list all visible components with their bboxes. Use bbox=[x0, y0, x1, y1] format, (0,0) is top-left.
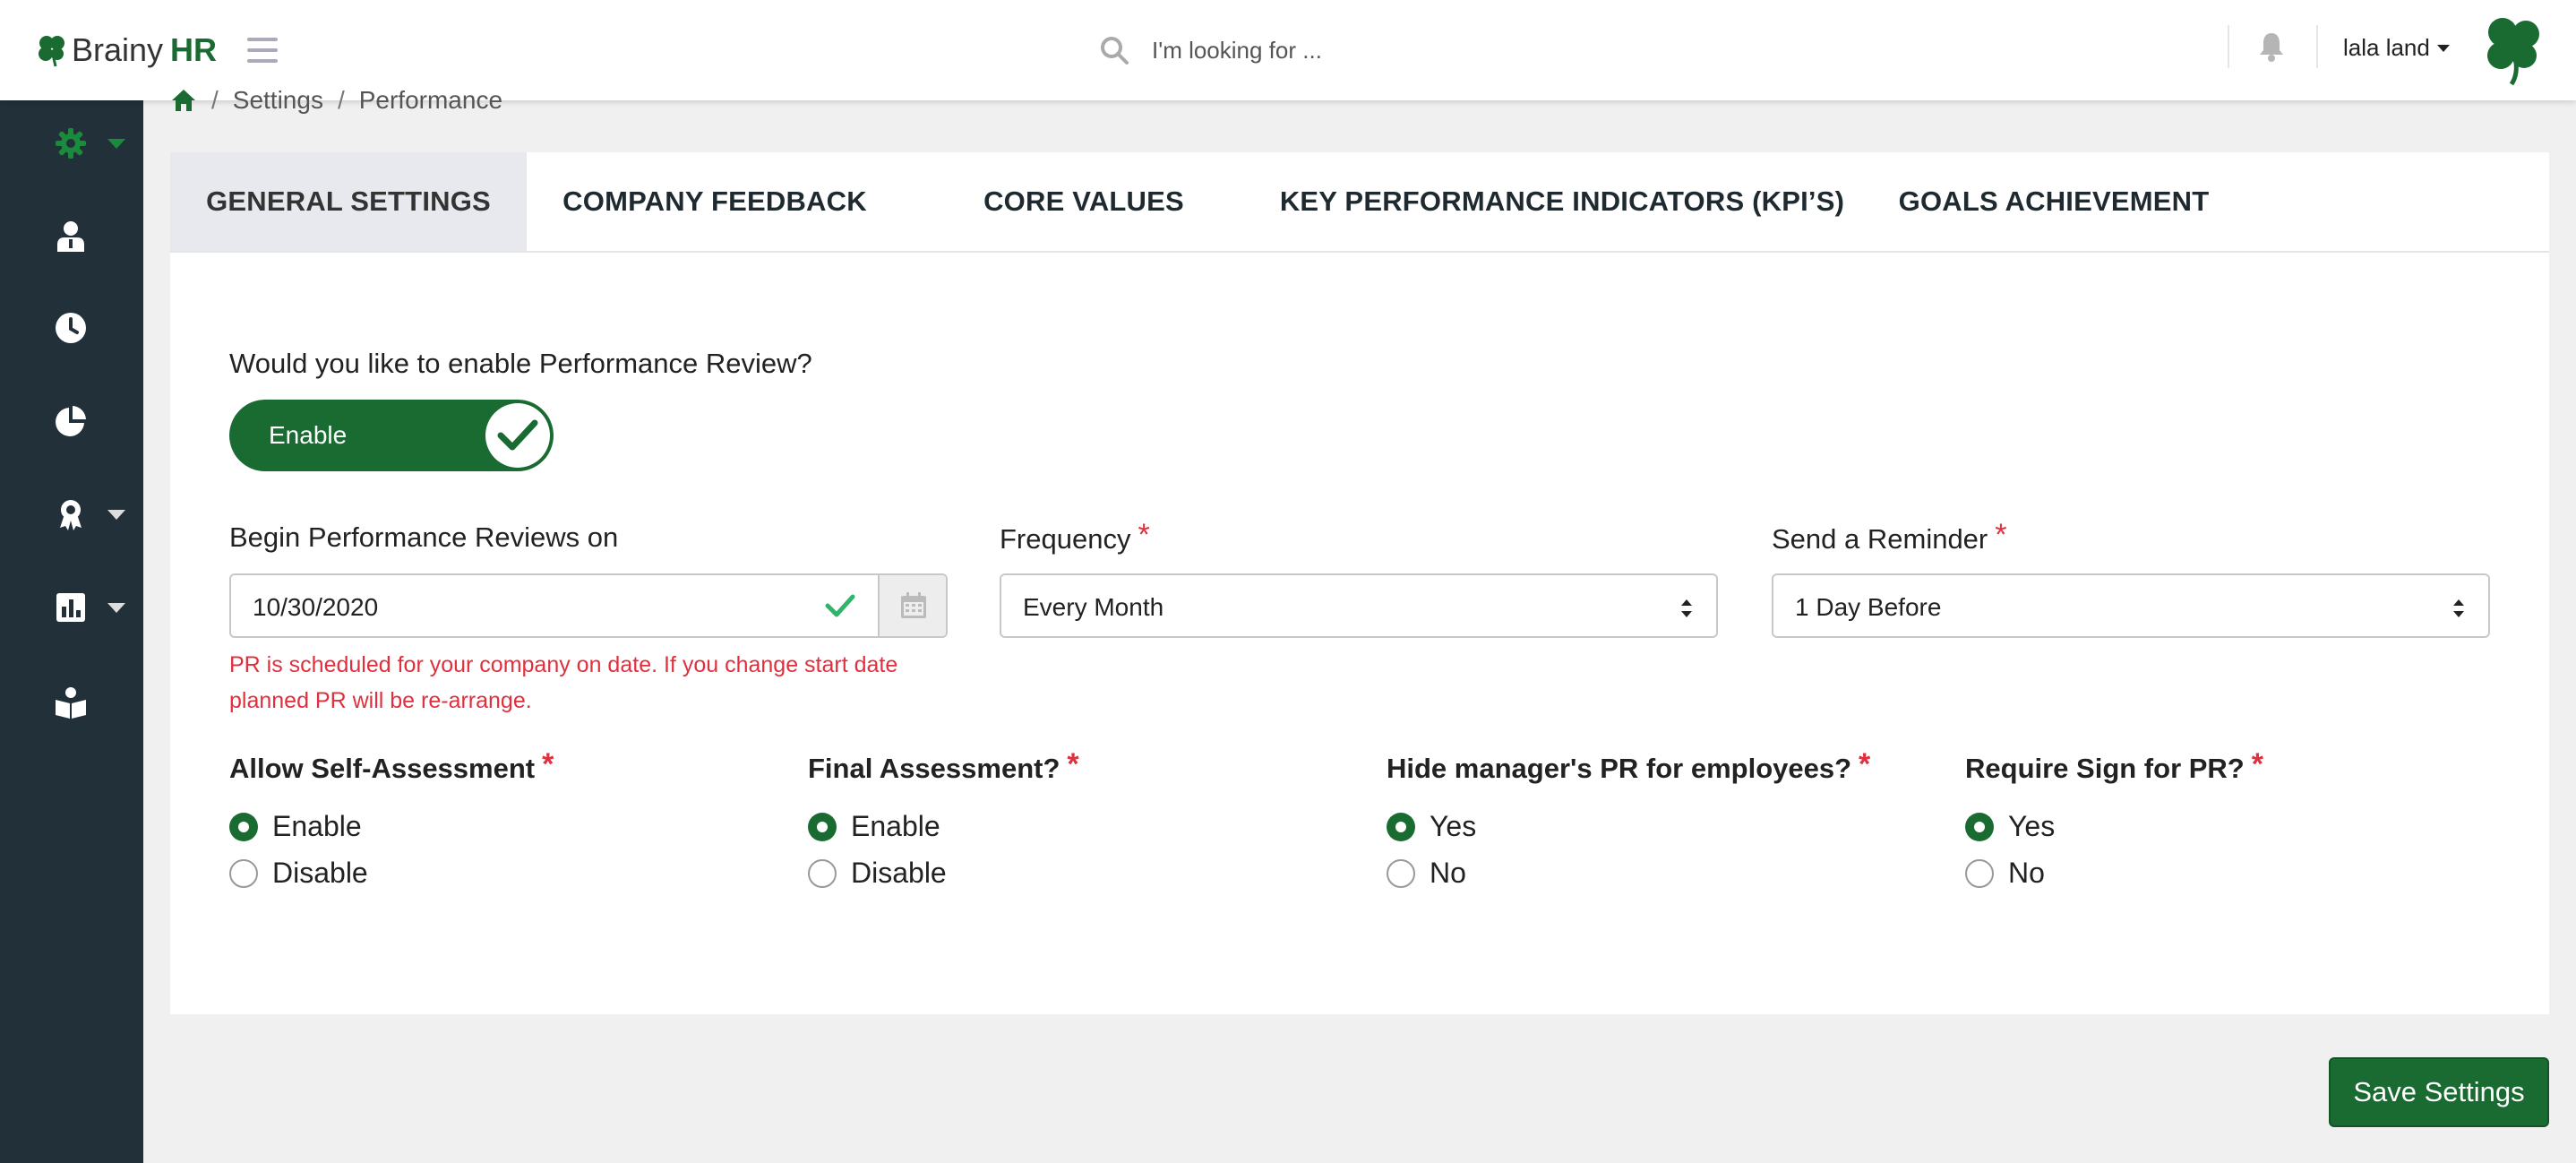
tab-kpis[interactable]: KEY PERFORMANCE INDICATORS (KPI’S) bbox=[1265, 152, 1859, 251]
required-mark: * bbox=[1859, 747, 1871, 781]
breadcrumb-separator: / bbox=[337, 86, 345, 114]
valid-check-icon bbox=[825, 594, 855, 617]
divider bbox=[2316, 25, 2318, 68]
select-arrows-icon bbox=[1681, 599, 1692, 617]
enable-review-toggle[interactable]: Enable bbox=[229, 400, 554, 471]
radio-checked-icon bbox=[229, 812, 258, 841]
sidebar-item-performance[interactable] bbox=[0, 478, 143, 550]
breadcrumb-item-performance: Performance bbox=[358, 86, 503, 114]
frequency-value: Every Month bbox=[1023, 593, 1164, 621]
breadcrumb-separator: / bbox=[211, 86, 219, 114]
search-input[interactable] bbox=[1152, 36, 1600, 65]
award-icon bbox=[60, 500, 82, 530]
radio-checked-icon bbox=[1387, 812, 1415, 841]
toggle-label: Enable bbox=[269, 421, 348, 449]
sidebar-item-analytics[interactable] bbox=[0, 572, 143, 643]
require-sign-label: Require Sign for PR? * bbox=[1965, 747, 2263, 784]
chevron-down-icon bbox=[107, 602, 125, 613]
reminder-select[interactable]: 1 Day Before bbox=[1772, 573, 2490, 638]
sidebar-item-reports[interactable] bbox=[0, 385, 143, 457]
gear-icon bbox=[56, 128, 86, 159]
final-assessment-enable-radio[interactable]: Enable bbox=[808, 810, 940, 843]
sidebar-item-time[interactable] bbox=[0, 292, 143, 364]
radio-checked-icon bbox=[1965, 812, 1994, 841]
home-icon[interactable] bbox=[170, 88, 197, 113]
require-sign-no-radio[interactable]: No bbox=[1965, 857, 2045, 890]
radio-unchecked-icon bbox=[808, 858, 837, 888]
menu-toggle-icon[interactable] bbox=[247, 38, 278, 63]
required-mark: * bbox=[1138, 518, 1150, 552]
required-mark: * bbox=[542, 747, 554, 781]
self-assessment-disable-radio[interactable]: Disable bbox=[229, 857, 368, 890]
self-assessment-enable-radio[interactable]: Enable bbox=[229, 810, 362, 843]
final-assessment-label: Final Assessment? * bbox=[808, 747, 1079, 784]
chevron-down-icon bbox=[107, 509, 125, 520]
divider bbox=[2228, 25, 2229, 68]
require-sign-yes-radio[interactable]: Yes bbox=[1965, 810, 2055, 843]
user-icon bbox=[57, 221, 84, 252]
begin-date-value: 10/30/2020 bbox=[253, 593, 379, 621]
sidebar bbox=[0, 100, 143, 1163]
search-bar bbox=[1098, 32, 1600, 68]
bell-icon[interactable] bbox=[2257, 30, 2286, 63]
frequency-select[interactable]: Every Month bbox=[1000, 573, 1718, 638]
sidebar-item-settings[interactable] bbox=[0, 108, 143, 179]
chevron-down-icon bbox=[2436, 44, 2450, 52]
select-arrows-icon bbox=[2453, 599, 2464, 617]
breadcrumb: / Settings / Performance bbox=[170, 86, 502, 115]
chevron-down-icon bbox=[107, 138, 125, 149]
check-icon bbox=[497, 419, 538, 451]
enable-review-question: Would you like to enable Performance Rev… bbox=[229, 348, 812, 379]
required-mark: * bbox=[1067, 747, 1079, 781]
reminder-value: 1 Day Before bbox=[1795, 593, 1942, 621]
hide-manager-pr-label: Hide manager's PR for employees? * bbox=[1387, 747, 1871, 784]
radio-checked-icon bbox=[808, 812, 837, 841]
tab-goals-achievement[interactable]: GOALS ACHIEVEMENT bbox=[1859, 152, 2248, 251]
save-settings-button[interactable]: Save Settings bbox=[2329, 1057, 2549, 1127]
self-assessment-label: Allow Self-Assessment * bbox=[229, 747, 554, 784]
brand-name: Brainy HR bbox=[72, 31, 218, 68]
brand-logo[interactable]: Brainy HR bbox=[34, 27, 217, 73]
clover-logo-icon bbox=[39, 36, 64, 67]
radio-unchecked-icon bbox=[1965, 858, 1994, 888]
tab-core-values[interactable]: CORE VALUES bbox=[903, 152, 1265, 251]
user-menu[interactable]: lala land bbox=[2343, 34, 2450, 62]
settings-tabs: GENERAL SETTINGS COMPANY FEEDBACK CORE V… bbox=[170, 152, 2549, 253]
reminder-label: Send a Reminder * bbox=[1772, 518, 2007, 555]
hide-manager-pr-yes-radio[interactable]: Yes bbox=[1387, 810, 1476, 843]
sidebar-item-employees[interactable] bbox=[0, 201, 143, 272]
radio-unchecked-icon bbox=[229, 858, 258, 888]
tab-company-feedback[interactable]: COMPANY FEEDBACK bbox=[527, 152, 903, 251]
final-assessment-disable-radio[interactable]: Disable bbox=[808, 857, 947, 890]
bar-chart-icon bbox=[56, 593, 85, 622]
calendar-button[interactable] bbox=[878, 575, 946, 636]
required-mark: * bbox=[2251, 747, 2263, 781]
begin-date-field[interactable]: 10/30/2020 bbox=[229, 573, 948, 638]
breadcrumb-item-settings[interactable]: Settings bbox=[233, 86, 323, 115]
book-reader-icon bbox=[56, 687, 86, 719]
begin-date-label: Begin Performance Reviews on bbox=[229, 521, 619, 553]
required-mark: * bbox=[1995, 518, 2007, 552]
radio-unchecked-icon bbox=[1387, 858, 1415, 888]
hide-manager-pr-no-radio[interactable]: No bbox=[1387, 857, 1466, 890]
avatar[interactable] bbox=[2476, 11, 2551, 86]
reschedule-warning: PR is scheduled for your company on date… bbox=[229, 652, 898, 713]
sidebar-item-learning[interactable] bbox=[0, 667, 143, 738]
pie-chart-icon bbox=[56, 406, 86, 436]
search-icon[interactable] bbox=[1098, 34, 1130, 66]
tab-general-settings[interactable]: GENERAL SETTINGS bbox=[170, 152, 527, 251]
toggle-knob bbox=[485, 403, 550, 468]
settings-card: GENERAL SETTINGS COMPANY FEEDBACK CORE V… bbox=[170, 152, 2549, 1014]
clock-icon bbox=[56, 313, 86, 343]
frequency-label: Frequency * bbox=[1000, 518, 1150, 555]
calendar-icon bbox=[901, 592, 926, 618]
user-name: lala land bbox=[2343, 34, 2430, 61]
